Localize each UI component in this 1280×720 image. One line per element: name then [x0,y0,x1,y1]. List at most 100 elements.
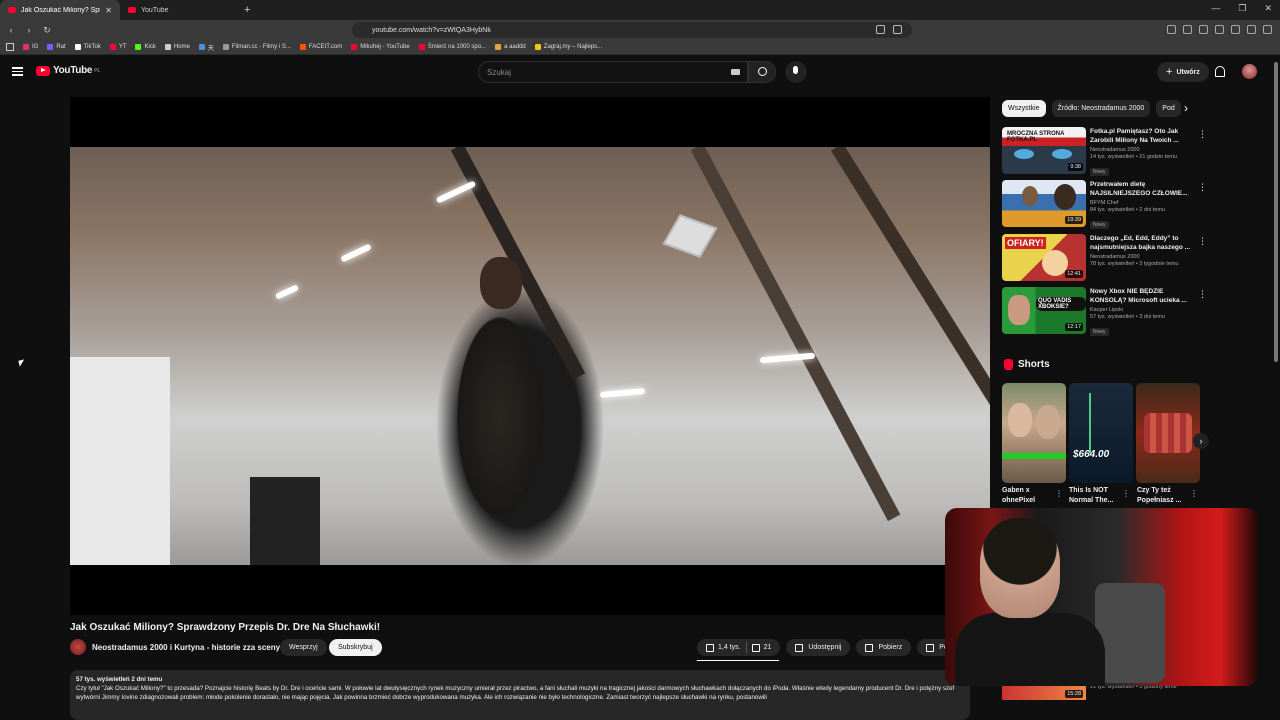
thanks-icon [926,643,935,652]
extension-icon[interactable] [1167,25,1176,34]
short-title[interactable]: This Is NOT Normal The... [1069,486,1125,506]
bookmark[interactable]: Śmierć na 1000 spo... [418,44,486,50]
support-button[interactable]: Wesprzyj [280,639,327,656]
channel-avatar[interactable] [70,639,86,655]
dislike-button[interactable]: 21 [751,643,771,652]
like-button[interactable]: 1,4 tys. [706,643,741,652]
channel-name[interactable]: Neostradamus 2000 i Kurtyna - historie z… [92,643,280,652]
maximize-icon[interactable]: ❐ [1238,3,1246,14]
extension-icon[interactable] [1199,25,1208,34]
recommendation-item[interactable]: 19:39 Przetrwałem dietę NAJSILNIEJSZEGO … [1002,180,1207,229]
bookmark-icon [47,44,54,50]
recommendation-views: 57 tys. wyświetleń • 3 dni temu [1090,314,1165,320]
menu-icon[interactable] [1263,25,1272,34]
ceiling-light [599,388,646,398]
browser-tab[interactable]: YouTube [120,0,240,20]
extension-icon[interactable] [1247,25,1256,34]
subscribe-button[interactable]: Subskrybuj [329,639,382,656]
bookmark[interactable]: TikTok [74,44,101,50]
url-field[interactable]: youtube.com/watch?v=zWtQA3HybNk [352,22,912,38]
bookmark[interactable]: Home [164,44,190,50]
short-title[interactable]: Gaben x ohnePixel [1002,486,1058,506]
short-thumbnail[interactable]: $664.00 [1069,383,1133,483]
install-icon[interactable] [876,25,885,34]
keyboard-icon[interactable] [731,69,740,75]
hamburger-menu-icon[interactable] [12,67,23,76]
chevron-right-icon[interactable]: › [1184,101,1188,115]
more-options-icon[interactable]: ⋮ [1055,489,1063,498]
video-thumbnail[interactable]: 19:39 [1002,180,1086,227]
tab-title: Jak Oszukać Miliony? Sprawd [21,6,100,14]
doorway [250,477,320,565]
browser-tab-active[interactable]: Jak Oszukać Miliony? Sprawd ✕ [0,0,120,20]
thumbs-down-icon [751,643,760,652]
tab-title: YouTube [141,6,169,14]
close-window-icon[interactable]: ✕ [1264,3,1272,14]
short-thumbnail[interactable] [1136,383,1200,483]
apps-icon[interactable] [6,43,14,51]
new-badge: Nowy [1090,221,1109,229]
extension-icon[interactable] [1215,25,1224,34]
chip-source[interactable]: Źródło: Neostradamus 2000 [1051,100,1151,117]
more-options-icon[interactable]: ⋮ [1198,129,1207,140]
video-player[interactable] [70,97,990,615]
notifications-bell-icon[interactable] [1215,66,1225,77]
short-thumbnail[interactable] [1002,383,1066,483]
video-frame [70,147,990,565]
bookmark[interactable]: Mikuhej - YouTube [351,44,410,50]
short-title[interactable]: Czy Ty też Popełniasz ... [1137,486,1193,506]
more-options-icon[interactable]: ⋮ [1122,489,1130,498]
ceiling-light [274,284,300,300]
bookmark[interactable]: IG [23,44,38,50]
bookmark[interactable]: 天 [198,43,214,52]
eye-graphic [1014,149,1034,159]
video-thumbnail[interactable]: QUO VADIS XBOKSIE? 12:17 [1002,287,1086,334]
recommendation-item[interactable]: QUO VADIS XBOKSIE? 12:17 Nowy Xbox NIE B… [1002,287,1207,336]
more-options-icon[interactable]: ⋮ [1190,489,1198,498]
search-input[interactable]: Szukaj [478,61,748,83]
forward-icon[interactable]: › [22,25,36,35]
reload-icon[interactable]: ↻ [40,25,54,36]
bookmark[interactable]: YT [109,44,126,50]
bookmark[interactable]: Zagraj.my – Najleps... [534,44,602,50]
bookmark-icon [299,44,306,50]
new-tab-button[interactable]: + [244,4,250,16]
close-tab-icon[interactable]: ✕ [105,6,112,15]
bookmark[interactable]: Rat [47,44,66,50]
chip-all[interactable]: Wszystkie [1002,100,1046,117]
chip-related[interactable]: Pod [1156,100,1181,117]
share-icon[interactable] [893,25,902,34]
more-options-icon[interactable]: ⋮ [1198,236,1207,247]
bookmark[interactable]: FACEIT.com [299,44,342,50]
minimize-icon[interactable]: — [1211,3,1220,14]
description-box[interactable]: 57 tys. wyświetleń 2 dni temu Czy tytuł … [70,670,970,720]
extension-icon[interactable] [1231,25,1240,34]
video-thumbnail[interactable]: OFIARY! 12:41 [1002,234,1086,281]
duration-badge: 19:39 [1065,216,1083,224]
extension-icon[interactable] [1183,25,1192,34]
more-options-icon[interactable]: ⋮ [1198,182,1207,193]
more-options-icon[interactable]: ⋮ [1198,289,1207,300]
video-thumbnail[interactable]: 15:28 [1002,684,1086,700]
chevron-right-icon[interactable]: › [1193,433,1209,449]
shorts-icon [1004,359,1013,370]
bookmark[interactable]: Filman.cc - Filmy i S... [222,44,291,50]
page-scrollbar[interactable] [1274,62,1278,362]
avatar[interactable] [1242,64,1257,79]
sausages-graphic [1144,413,1192,453]
recommendation-item[interactable]: OFIARY! 12:41 Dlaczego „Ed, Edd, Eddy” t… [1002,234,1207,283]
plus-icon: + [1166,66,1173,78]
search-button[interactable] [748,61,776,83]
share-button[interactable]: Udostępnij [786,639,851,656]
streamer-head [980,518,1060,618]
recommendation-item[interactable]: MROCZNA STRONA FOTKA.PL 9:38 Fotka.pl Pa… [1002,127,1207,176]
bookmark[interactable]: a aaddd [495,44,526,50]
video-thumbnail[interactable]: MROCZNA STRONA FOTKA.PL 9:38 [1002,127,1086,174]
youtube-logo[interactable]: YouTube PL [36,65,100,76]
shorts-heading: Shorts [1004,359,1050,370]
create-button[interactable]: + Utwórz [1157,62,1209,82]
back-icon[interactable]: ‹ [4,25,18,35]
microphone-icon[interactable] [785,61,807,83]
download-button[interactable]: Pobierz [856,639,912,656]
bookmark[interactable]: Kick [135,44,156,50]
